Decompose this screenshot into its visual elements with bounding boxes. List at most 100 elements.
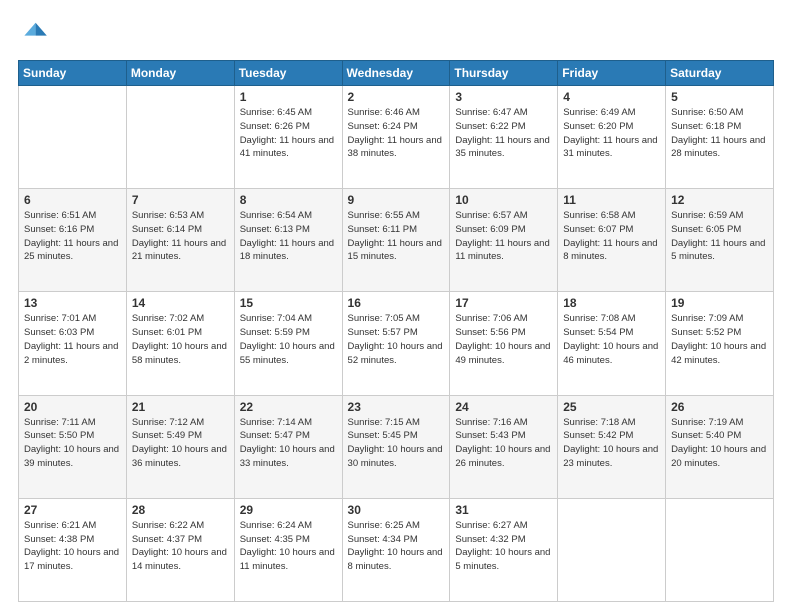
day-info: Sunrise: 7:09 AM Sunset: 5:52 PM Dayligh… [671,312,768,367]
day-number: 6 [24,193,121,207]
calendar-cell: 20 Sunrise: 7:11 AM Sunset: 5:50 PM Dayli… [19,395,127,498]
day-number: 29 [240,503,337,517]
day-info: Sunrise: 7:08 AM Sunset: 5:54 PM Dayligh… [563,312,660,367]
calendar-cell: 23 Sunrise: 7:15 AM Sunset: 5:45 PM Dayli… [342,395,450,498]
calendar-cell: 17 Sunrise: 7:06 AM Sunset: 5:56 PM Dayli… [450,292,558,395]
calendar-cell: 14 Sunrise: 7:02 AM Sunset: 6:01 PM Dayli… [126,292,234,395]
day-number: 22 [240,400,337,414]
day-number: 15 [240,296,337,310]
calendar-cell: 2 Sunrise: 6:46 AM Sunset: 6:24 PM Daylig… [342,86,450,189]
calendar-cell: 4Sunrise: 6:49 AM Sunset: 6:20 PM Daylig… [558,86,666,189]
day-info: Sunrise: 7:14 AM Sunset: 5:47 PM Dayligh… [240,416,337,471]
calendar-cell: 13Sunrise: 7:01 AM Sunset: 6:03 PM Dayli… [19,292,127,395]
day-number: 17 [455,296,552,310]
calendar-cell [558,498,666,601]
day-info: Sunrise: 6:47 AM Sunset: 6:22 PM Dayligh… [455,106,552,161]
day-number: 20 [24,400,121,414]
day-number: 12 [671,193,768,207]
day-info: Sunrise: 6:57 AM Sunset: 6:09 PM Dayligh… [455,209,552,264]
calendar-body: 1 Sunrise: 6:45 AM Sunset: 6:26 PM Daylig… [19,86,774,602]
calendar-cell: 24Sunrise: 7:16 AM Sunset: 5:43 PM Dayli… [450,395,558,498]
calendar-cell: 10 Sunrise: 6:57 AM Sunset: 6:09 PM Dayli… [450,189,558,292]
day-info: Sunrise: 6:55 AM Sunset: 6:11 PM Dayligh… [348,209,445,264]
calendar-cell: 28 Sunrise: 6:22 AM Sunset: 4:37 PM Dayli… [126,498,234,601]
calendar-cell: 26Sunrise: 7:19 AM Sunset: 5:40 PM Dayli… [666,395,774,498]
day-number: 7 [132,193,229,207]
day-info: Sunrise: 7:12 AM Sunset: 5:49 PM Dayligh… [132,416,229,471]
day-info: Sunrise: 6:59 AM Sunset: 6:05 PM Dayligh… [671,209,768,264]
logo [18,18,54,50]
day-info: Sunrise: 6:24 AM Sunset: 4:35 PM Dayligh… [240,519,337,574]
day-number: 1 [240,90,337,104]
calendar-cell: 29 Sunrise: 6:24 AM Sunset: 4:35 PM Dayli… [234,498,342,601]
calendar-cell: 15Sunrise: 7:04 AM Sunset: 5:59 PM Dayli… [234,292,342,395]
calendar-cell: 1 Sunrise: 6:45 AM Sunset: 6:26 PM Daylig… [234,86,342,189]
day-info: Sunrise: 7:18 AM Sunset: 5:42 PM Dayligh… [563,416,660,471]
day-info: Sunrise: 7:02 AM Sunset: 6:01 PM Dayligh… [132,312,229,367]
day-number: 27 [24,503,121,517]
calendar-cell: 16 Sunrise: 7:05 AM Sunset: 5:57 PM Dayli… [342,292,450,395]
day-info: Sunrise: 7:11 AM Sunset: 5:50 PM Dayligh… [24,416,121,471]
day-number: 3 [455,90,552,104]
day-info: Sunrise: 7:06 AM Sunset: 5:56 PM Dayligh… [455,312,552,367]
day-number: 16 [348,296,445,310]
calendar-cell: 5 Sunrise: 6:50 AM Sunset: 6:18 PM Daylig… [666,86,774,189]
day-info: Sunrise: 7:05 AM Sunset: 5:57 PM Dayligh… [348,312,445,367]
day-number: 31 [455,503,552,517]
day-number: 25 [563,400,660,414]
day-info: Sunrise: 6:51 AM Sunset: 6:16 PM Dayligh… [24,209,121,264]
logo-icon [18,18,50,50]
calendar-cell [19,86,127,189]
calendar-cell [666,498,774,601]
day-number: 2 [348,90,445,104]
day-info: Sunrise: 6:22 AM Sunset: 4:37 PM Dayligh… [132,519,229,574]
calendar-cell: 8Sunrise: 6:54 AM Sunset: 6:13 PM Daylig… [234,189,342,292]
calendar-cell: 30Sunrise: 6:25 AM Sunset: 4:34 PM Dayli… [342,498,450,601]
day-number: 11 [563,193,660,207]
day-number: 14 [132,296,229,310]
calendar-cell: 6 Sunrise: 6:51 AM Sunset: 6:16 PM Daylig… [19,189,127,292]
calendar-cell: 11 Sunrise: 6:58 AM Sunset: 6:07 PM Dayli… [558,189,666,292]
calendar-cell [126,86,234,189]
day-number: 4 [563,90,660,104]
calendar-cell: 22 Sunrise: 7:14 AM Sunset: 5:47 PM Dayli… [234,395,342,498]
day-info: Sunrise: 6:54 AM Sunset: 6:13 PM Dayligh… [240,209,337,264]
day-info: Sunrise: 7:01 AM Sunset: 6:03 PM Dayligh… [24,312,121,367]
day-info: Sunrise: 6:50 AM Sunset: 6:18 PM Dayligh… [671,106,768,161]
day-info: Sunrise: 6:45 AM Sunset: 6:26 PM Dayligh… [240,106,337,161]
day-number: 18 [563,296,660,310]
calendar-week-1: 1 Sunrise: 6:45 AM Sunset: 6:26 PM Daylig… [19,86,774,189]
calendar-cell: 31 Sunrise: 6:27 AM Sunset: 4:32 PM Dayli… [450,498,558,601]
calendar-cell: 3 Sunrise: 6:47 AM Sunset: 6:22 PM Daylig… [450,86,558,189]
day-info: Sunrise: 6:58 AM Sunset: 6:07 PM Dayligh… [563,209,660,264]
calendar-table: SundayMondayTuesdayWednesdayThursdayFrid… [18,60,774,602]
day-number: 24 [455,400,552,414]
page: SundayMondayTuesdayWednesdayThursdayFrid… [0,0,792,612]
weekday-header-monday: Monday [126,61,234,86]
day-info: Sunrise: 6:53 AM Sunset: 6:14 PM Dayligh… [132,209,229,264]
day-info: Sunrise: 7:19 AM Sunset: 5:40 PM Dayligh… [671,416,768,471]
day-info: Sunrise: 6:21 AM Sunset: 4:38 PM Dayligh… [24,519,121,574]
calendar-cell: 18 Sunrise: 7:08 AM Sunset: 5:54 PM Dayli… [558,292,666,395]
day-number: 28 [132,503,229,517]
weekday-header-thursday: Thursday [450,61,558,86]
day-info: Sunrise: 6:27 AM Sunset: 4:32 PM Dayligh… [455,519,552,574]
day-number: 23 [348,400,445,414]
weekday-header-saturday: Saturday [666,61,774,86]
header [18,18,774,50]
day-number: 30 [348,503,445,517]
weekday-header-friday: Friday [558,61,666,86]
calendar-cell: 25 Sunrise: 7:18 AM Sunset: 5:42 PM Dayli… [558,395,666,498]
calendar-cell: 9 Sunrise: 6:55 AM Sunset: 6:11 PM Daylig… [342,189,450,292]
calendar-cell: 27 Sunrise: 6:21 AM Sunset: 4:38 PM Dayli… [19,498,127,601]
day-number: 5 [671,90,768,104]
weekday-header-row: SundayMondayTuesdayWednesdayThursdayFrid… [19,61,774,86]
weekday-header-wednesday: Wednesday [342,61,450,86]
day-info: Sunrise: 7:15 AM Sunset: 5:45 PM Dayligh… [348,416,445,471]
day-info: Sunrise: 6:46 AM Sunset: 6:24 PM Dayligh… [348,106,445,161]
calendar-week-2: 6 Sunrise: 6:51 AM Sunset: 6:16 PM Daylig… [19,189,774,292]
calendar-week-5: 27 Sunrise: 6:21 AM Sunset: 4:38 PM Dayli… [19,498,774,601]
day-number: 9 [348,193,445,207]
calendar-cell: 19Sunrise: 7:09 AM Sunset: 5:52 PM Dayli… [666,292,774,395]
day-number: 10 [455,193,552,207]
